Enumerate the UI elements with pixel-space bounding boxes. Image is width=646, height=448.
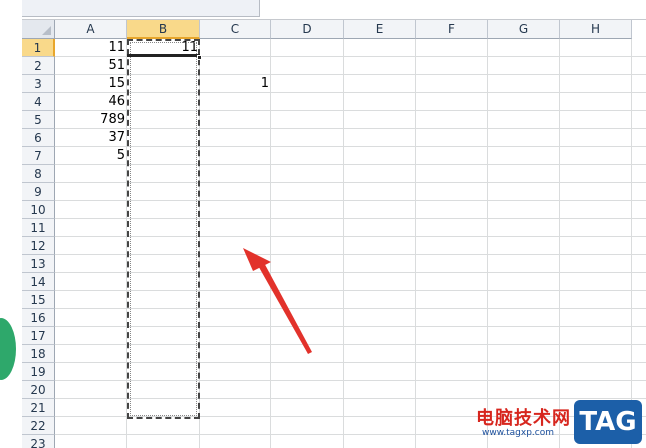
- left-margin: [0, 0, 22, 448]
- cell-a4[interactable]: 46: [55, 93, 127, 111]
- row-header-11[interactable]: 11: [22, 219, 55, 237]
- cell-a2[interactable]: 51: [55, 57, 127, 75]
- decorative-green-shape: [0, 318, 16, 380]
- name-box[interactable]: [22, 0, 260, 17]
- column-header-b[interactable]: B: [127, 20, 200, 39]
- row-header-20[interactable]: 20: [22, 381, 55, 399]
- column-header-a[interactable]: A: [55, 20, 127, 39]
- cell-c3[interactable]: 1: [200, 75, 271, 93]
- gridline-vertical: [559, 39, 560, 448]
- row-header-1[interactable]: 1: [22, 39, 55, 57]
- cell-a3[interactable]: 15: [55, 75, 127, 93]
- select-all-corner[interactable]: [22, 20, 55, 39]
- row-header-22[interactable]: 22: [22, 417, 55, 435]
- gridline-vertical: [343, 39, 344, 448]
- row-header-18[interactable]: 18: [22, 345, 55, 363]
- watermark: 电脑技术网 www.tagxp.com TAG: [470, 398, 646, 448]
- select-all-triangle-icon: [42, 26, 51, 35]
- row-header-13[interactable]: 13: [22, 255, 55, 273]
- formula-bar[interactable]: [22, 0, 646, 20]
- row-header-14[interactable]: 14: [22, 273, 55, 291]
- copy-marquee-range: [127, 39, 200, 419]
- row-header-9[interactable]: 9: [22, 183, 55, 201]
- cell-a1[interactable]: 11: [55, 39, 127, 57]
- row-header-2[interactable]: 2: [22, 57, 55, 75]
- row-header-23[interactable]: 23: [22, 435, 55, 448]
- row-header-12[interactable]: 12: [22, 237, 55, 255]
- row-header-16[interactable]: 16: [22, 309, 55, 327]
- row-header-3[interactable]: 3: [22, 75, 55, 93]
- row-header-19[interactable]: 19: [22, 363, 55, 381]
- cell-a5[interactable]: 789: [55, 111, 127, 129]
- gridline-vertical: [415, 39, 416, 448]
- cell-a7[interactable]: 5: [55, 147, 127, 165]
- gridline-vertical: [487, 39, 488, 448]
- column-header-e[interactable]: E: [344, 20, 416, 39]
- gridline-vertical: [270, 39, 271, 448]
- watermark-tag-logo: TAG: [574, 400, 642, 444]
- row-header-6[interactable]: 6: [22, 129, 55, 147]
- active-cell-indicator: [127, 39, 200, 57]
- gridline-vertical: [631, 39, 632, 448]
- row-header-7[interactable]: 7: [22, 147, 55, 165]
- row-header-5[interactable]: 5: [22, 111, 55, 129]
- row-header-8[interactable]: 8: [22, 165, 55, 183]
- spreadsheet-grid[interactable]: A B C D E F G H 1 2 3 4 5 6 7 8 9 10 11 12 13 14 15 16 17 18 19 20 2…: [22, 20, 646, 448]
- watermark-site-name: 电脑技术网: [476, 408, 571, 429]
- column-header-d[interactable]: D: [271, 20, 344, 39]
- row-header-15[interactable]: 15: [22, 291, 55, 309]
- watermark-url: www.tagxp.com: [482, 428, 554, 438]
- fill-handle[interactable]: [197, 55, 202, 60]
- row-header-10[interactable]: 10: [22, 201, 55, 219]
- row-header-17[interactable]: 17: [22, 327, 55, 345]
- row-header-21[interactable]: 21: [22, 399, 55, 417]
- column-header-h[interactable]: H: [560, 20, 632, 39]
- column-header-f[interactable]: F: [416, 20, 488, 39]
- column-header-c[interactable]: C: [200, 20, 271, 39]
- cell-a6[interactable]: 37: [55, 129, 127, 147]
- row-header-4[interactable]: 4: [22, 93, 55, 111]
- column-header-g[interactable]: G: [488, 20, 560, 39]
